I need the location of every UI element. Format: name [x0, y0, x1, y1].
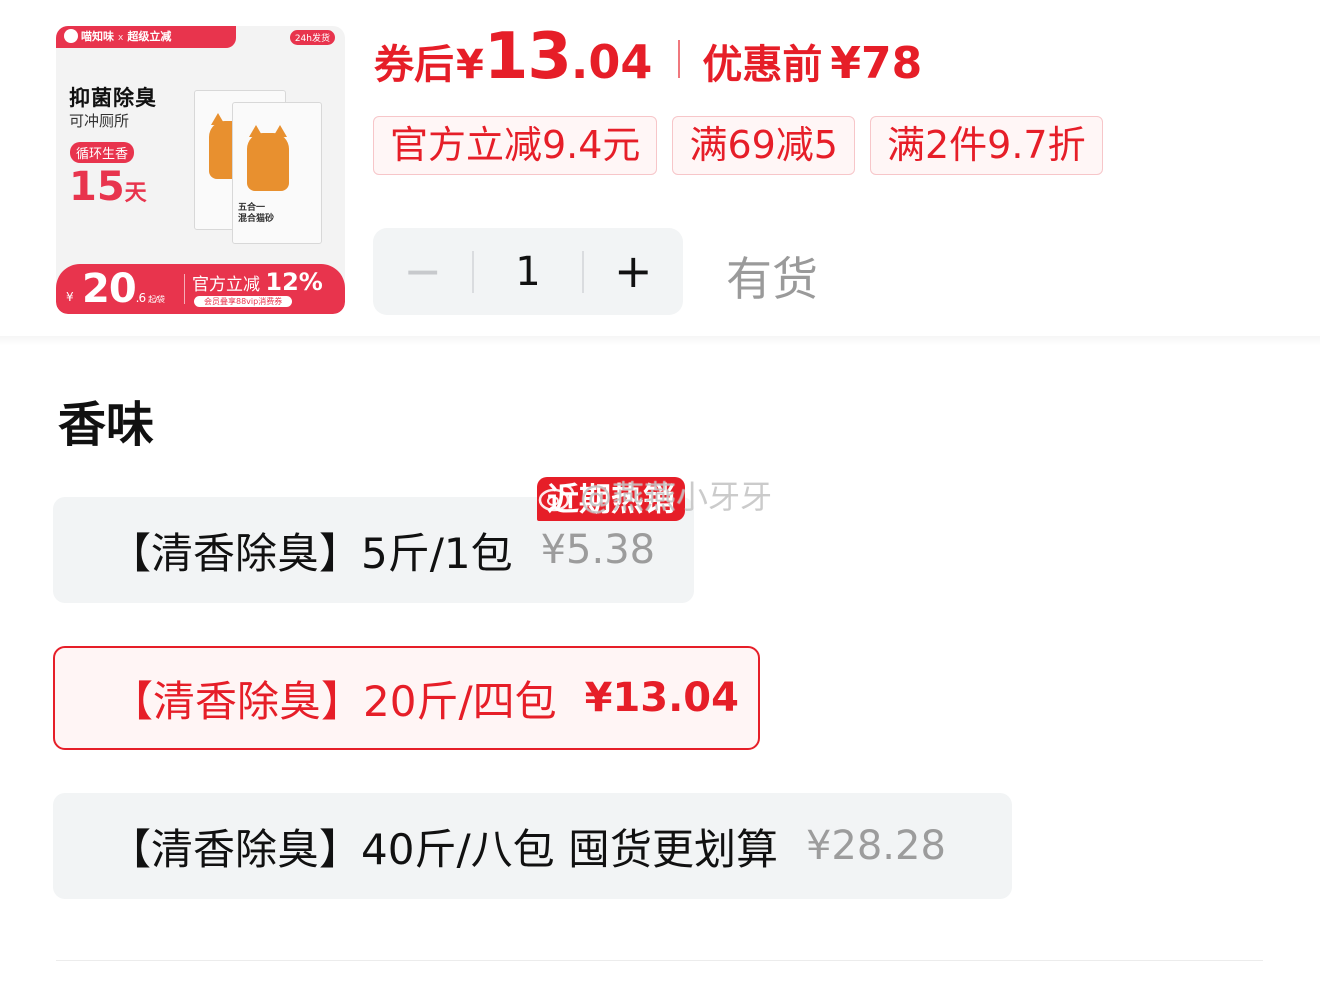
brand-logo-icon	[64, 29, 78, 43]
thumbnail-x: x	[118, 33, 124, 43]
thumbnail-price-int: 20	[82, 266, 137, 312]
product-thumbnail[interactable]: 喵知味 x 超级立减 24h发货 抑菌除臭 可冲厕所 循环生香 15天 五合一 混合…	[56, 26, 345, 314]
after-coupon-price-dec: .04	[570, 35, 653, 89]
original-price-label: 优惠前	[702, 42, 823, 88]
thumbnail-price: 20.6 起/袋	[82, 266, 165, 312]
variant-price: ¥5.38	[540, 527, 656, 573]
coupon-list: 官方立减9.4元 满69减5 满2件9.7折	[373, 116, 1103, 175]
thumbnail-brand-bar: 喵知味 x 超级立减	[56, 26, 236, 48]
thumbnail-tag: 循环生香	[70, 142, 135, 163]
variant-name: 【清香除臭】5斤/1包	[109, 528, 513, 578]
variant-option-selected[interactable]: 【清香除臭】20斤/四包 ¥13.04	[53, 646, 760, 750]
thumbnail-price-unit: 起/袋	[148, 295, 165, 304]
thumbnail-headline: 抑菌除臭	[69, 86, 157, 110]
stock-status: 有货	[726, 252, 818, 306]
thumbnail-days-unit: 天	[124, 181, 147, 206]
thumbnail-campaign: 超级立减	[127, 30, 172, 43]
after-coupon-label: 券后	[374, 42, 454, 88]
section-divider	[0, 336, 1320, 346]
variant-option[interactable]: 【清香除臭】40斤/八包 囤货更划算 ¥28.28	[53, 793, 1012, 899]
quantity-stepper: − 1 +	[373, 228, 683, 315]
bottom-divider	[56, 960, 1263, 961]
original-price: ¥78	[830, 38, 923, 89]
cat-illustration-icon	[247, 125, 289, 191]
coupon-chip[interactable]: 满2件9.7折	[869, 116, 1103, 175]
thumbnail-vip-note: 会员叠享88vip消费券	[194, 296, 293, 307]
thumbnail-days-number: 15	[69, 164, 125, 210]
variant-name: 【清香除臭】20斤/四包	[111, 676, 557, 726]
thumbnail-discount-label: 官方立减	[192, 275, 260, 295]
bag-label: 五合一 混合猫砂	[238, 203, 275, 224]
thumbnail-discount-value: 12%	[265, 268, 323, 296]
decrease-quantity-button[interactable]: −	[373, 228, 472, 315]
price-separator	[678, 40, 681, 78]
variant-name: 【清香除臭】40斤/八包 囤货更划算	[109, 824, 778, 874]
watermark-text: @燕燕小牙牙	[580, 478, 773, 516]
variant-price: ¥28.28	[805, 823, 946, 869]
thumbnail-price-dec: .6	[135, 291, 147, 305]
thumbnail-subline: 可冲厕所	[69, 112, 130, 130]
thumbnail-price-banner: ¥ 20.6 起/袋 官方立减 12% 会员叠享88vip消费券	[56, 264, 345, 314]
coupon-chip[interactable]: 官方立减9.4元	[373, 116, 658, 175]
thumbnail-divider	[184, 274, 185, 304]
after-coupon-yen: ¥	[456, 42, 484, 88]
variant-price: ¥13.04	[584, 675, 739, 721]
product-bag-image: 五合一 混合猫砂	[232, 102, 322, 244]
price-row: 券后¥13.04 优惠前 ¥78	[374, 20, 922, 100]
variant-section-title: 香味	[58, 397, 155, 453]
thumbnail-days: 15天	[69, 164, 147, 210]
coupon-chip[interactable]: 满69减5	[672, 116, 855, 175]
thumbnail-shipping-badge: 24h发货	[289, 30, 335, 45]
after-coupon-price-int: 13	[483, 20, 572, 94]
weibo-logo-icon	[538, 484, 575, 512]
thumbnail-yen: ¥	[66, 290, 74, 304]
watermark: @燕燕小牙牙	[538, 472, 772, 518]
quantity-value[interactable]: 1	[474, 249, 581, 295]
thumbnail-discount: 官方立减 12%	[192, 268, 323, 296]
increase-quantity-button[interactable]: +	[584, 228, 683, 315]
thumbnail-brand: 喵知味	[81, 30, 114, 43]
